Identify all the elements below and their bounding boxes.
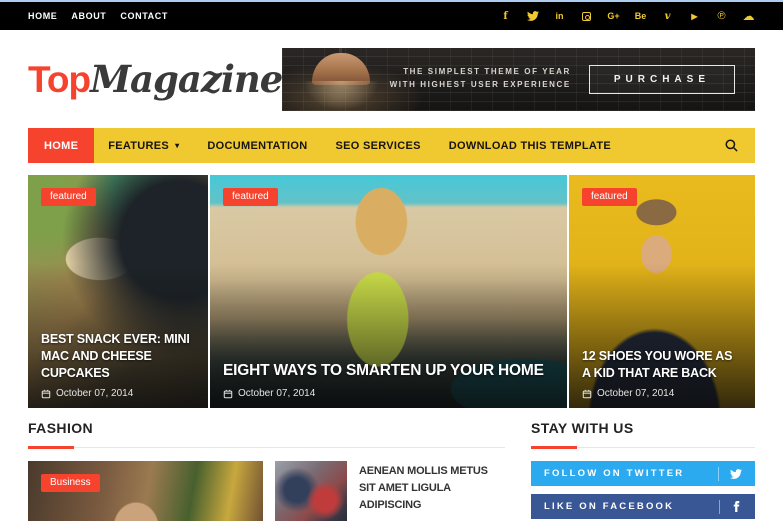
- topbar: HOME ABOUT CONTACT f in G+ Be v ▶ ℗ ☁: [0, 2, 783, 30]
- like-facebook-button[interactable]: LIKE ON FACEBOOK: [531, 494, 755, 519]
- calendar-icon: [582, 389, 592, 398]
- fashion-big-post[interactable]: Business: [28, 461, 263, 521]
- featured-badge[interactable]: featured: [41, 188, 96, 206]
- purchase-button[interactable]: PURCHASE: [588, 64, 735, 94]
- fashion-small-post[interactable]: AENEAN MOLLIS METUS SIT AMET LIGULA ADIP…: [275, 461, 505, 521]
- content-row: FASHION Business AENEAN MOLLIS METUS SIT…: [28, 420, 755, 521]
- post-thumbnail[interactable]: [275, 461, 347, 521]
- fashion-section-body: Business AENEAN MOLLIS METUS SIT AMET LI…: [28, 461, 505, 521]
- post-meta: EIGHT WAYS TO SMARTEN UP YOUR HOME Octob…: [223, 361, 554, 399]
- calendar-icon: [223, 389, 233, 398]
- nav-item-features[interactable]: FEATURES ▾: [94, 128, 193, 163]
- pinterest-icon[interactable]: ℗: [715, 10, 728, 23]
- bar-icon-wrap: [719, 499, 742, 514]
- post-title[interactable]: EIGHT WAYS TO SMARTEN UP YOUR HOME: [223, 361, 554, 382]
- soundcloud-icon[interactable]: ☁: [742, 9, 755, 23]
- post-info: AENEAN MOLLIS METUS SIT AMET LIGULA ADIP…: [359, 461, 505, 521]
- site-header: TopMagazine THE SIMPLEST THEME OF YEAR W…: [0, 30, 783, 128]
- ad-banner[interactable]: THE SIMPLEST THEME OF YEAR WITH HIGHEST …: [282, 47, 755, 111]
- featured-post-2[interactable]: featured EIGHT WAYS TO SMARTEN UP YOUR H…: [210, 175, 567, 408]
- sidebar-heading: STAY WITH US: [531, 420, 755, 449]
- featured-post-3[interactable]: featured 12 SHOES YOU WORE AS A KID THAT…: [569, 175, 755, 408]
- twitter-icon: [730, 468, 742, 479]
- behance-icon[interactable]: Be: [634, 10, 647, 23]
- search-icon: [725, 139, 738, 152]
- nav-item-features-label: FEATURES: [108, 139, 170, 152]
- topbar-link-contact[interactable]: CONTACT: [120, 11, 168, 21]
- linkedin-icon[interactable]: in: [553, 10, 566, 23]
- topbar-social: f in G+ Be v ▶ ℗ ☁: [499, 9, 755, 23]
- fashion-section-heading: FASHION: [28, 420, 505, 449]
- divider: [719, 499, 720, 514]
- topbar-links: HOME ABOUT CONTACT: [28, 11, 168, 21]
- banner-tagline: THE SIMPLEST THEME OF YEAR WITH HIGHEST …: [390, 66, 571, 92]
- follow-twitter-label: FOLLOW ON TWITTER: [544, 468, 685, 479]
- featured-posts-grid: featured BEST SNACK EVER: MINI MAC AND C…: [28, 175, 755, 408]
- post-date-text: October 07, 2014: [238, 388, 316, 399]
- main-navbar: HOME FEATURES ▾ DOCUMENTATION SEO SERVIC…: [28, 128, 755, 163]
- nav-item-documentation[interactable]: DOCUMENTATION: [193, 128, 321, 163]
- logo-text-top: Top: [28, 59, 91, 100]
- post-date: October 07, 2014: [223, 388, 554, 399]
- facebook-icon: [733, 501, 740, 512]
- banner-tagline-line1: THE SIMPLEST THEME OF YEAR: [403, 67, 571, 77]
- nav-item-download-template[interactable]: DOWNLOAD THIS TEMPLATE: [435, 128, 625, 163]
- featured-badge[interactable]: featured: [223, 188, 278, 206]
- post-meta: 12 SHOES YOU WORE AS A KID THAT ARE BACK…: [582, 348, 742, 399]
- chevron-down-icon: ▾: [175, 141, 180, 150]
- lamp-illustration: [300, 47, 383, 111]
- facebook-icon[interactable]: f: [499, 10, 512, 23]
- calendar-icon: [41, 389, 51, 398]
- youtube-icon[interactable]: ▶: [688, 10, 701, 23]
- post-date: October 07, 2014: [41, 388, 195, 399]
- instagram-icon[interactable]: [580, 10, 593, 23]
- logo-text-magazine: Magazine: [90, 57, 283, 101]
- featured-badge[interactable]: featured: [582, 188, 637, 206]
- follow-twitter-button[interactable]: FOLLOW ON TWITTER: [531, 461, 755, 486]
- post-date: October 07, 2014: [582, 388, 742, 399]
- search-button[interactable]: [708, 128, 755, 163]
- topbar-link-home[interactable]: HOME: [28, 11, 57, 21]
- banner-tagline-line2: WITH HIGHEST USER EXPERIENCE: [389, 80, 571, 89]
- post-title[interactable]: AENEAN MOLLIS METUS SIT AMET LIGULA ADIP…: [359, 463, 505, 514]
- nav-item-home[interactable]: HOME: [28, 128, 95, 163]
- post-date-text: October 07, 2014: [56, 388, 134, 399]
- business-badge[interactable]: Business: [41, 474, 100, 492]
- post-title[interactable]: BEST SNACK EVER: MINI MAC AND CHEESE CUP…: [41, 331, 195, 382]
- bar-icon-wrap: [718, 466, 742, 481]
- featured-post-1[interactable]: featured BEST SNACK EVER: MINI MAC AND C…: [28, 175, 208, 408]
- post-date-text: October 07, 2014: [597, 388, 675, 399]
- fashion-section: FASHION Business AENEAN MOLLIS METUS SIT…: [28, 420, 505, 521]
- sidebar: STAY WITH US FOLLOW ON TWITTER LIKE ON F…: [531, 420, 755, 521]
- like-facebook-label: LIKE ON FACEBOOK: [544, 501, 675, 512]
- divider: [718, 466, 719, 481]
- google-plus-icon[interactable]: G+: [607, 10, 620, 23]
- vine-icon[interactable]: v: [661, 10, 674, 23]
- post-title[interactable]: 12 SHOES YOU WORE AS A KID THAT ARE BACK: [582, 348, 742, 382]
- nav-item-seo-services[interactable]: SEO SERVICES: [321, 128, 434, 163]
- post-meta: BEST SNACK EVER: MINI MAC AND CHEESE CUP…: [41, 331, 195, 399]
- instagram-glyph: [582, 11, 591, 21]
- topbar-link-about[interactable]: ABOUT: [71, 11, 106, 21]
- twitter-icon[interactable]: [526, 10, 539, 23]
- site-logo[interactable]: TopMagazine: [28, 57, 283, 101]
